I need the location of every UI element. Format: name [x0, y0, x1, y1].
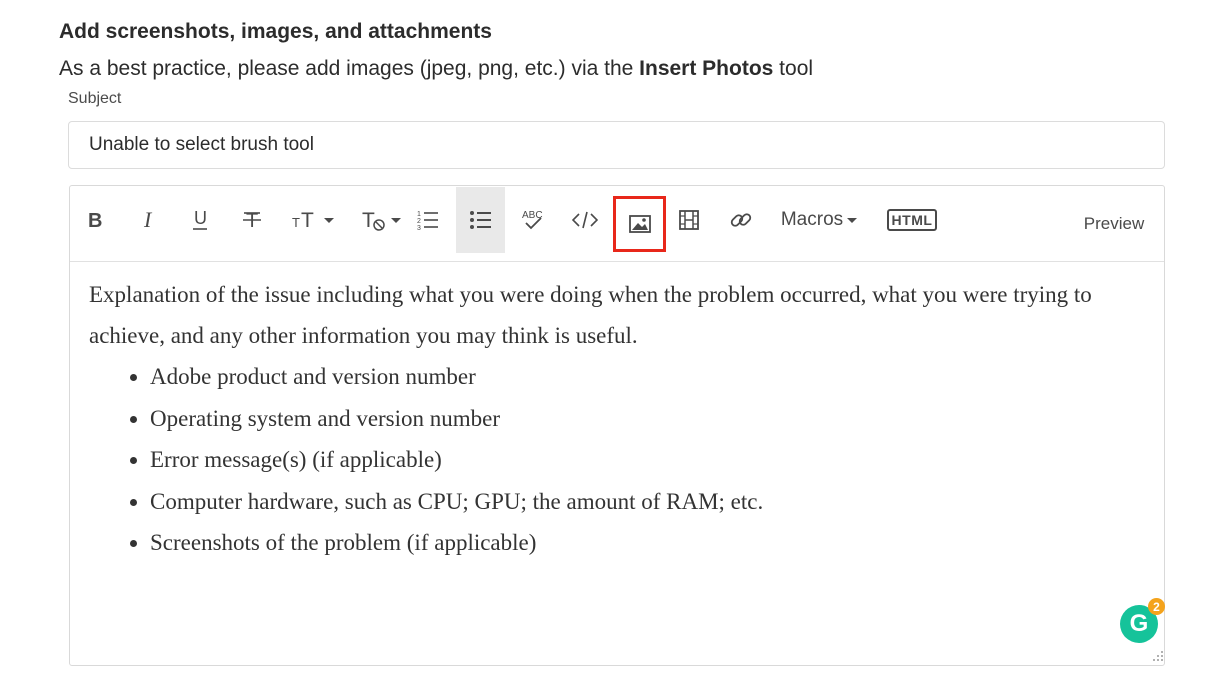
svg-text:1: 1 — [417, 211, 421, 218]
strikethrough-icon: T — [243, 210, 261, 231]
html-button[interactable]: HTML — [882, 186, 942, 254]
intro-text-before: As a best practice, please add images (j… — [59, 57, 640, 80]
subject-input[interactable]: Unable to select brush tool — [68, 121, 1165, 169]
bold-button[interactable]: B — [82, 186, 108, 254]
svg-text:2: 2 — [417, 218, 421, 225]
font-size-button[interactable]: TT — [288, 186, 338, 254]
bulleted-list-button[interactable] — [456, 187, 505, 253]
editor-toolbar: B I U T TT T 123 ABC Macros HTML Preview — [70, 186, 1164, 262]
preview-button[interactable]: Preview — [1074, 190, 1154, 258]
intro-text-bold: Insert Photos — [639, 57, 774, 80]
intro-text-after: tool — [773, 57, 814, 80]
macros-label: Macros — [780, 209, 844, 230]
spellcheck-icon: ABC — [522, 210, 543, 230]
preview-label: Preview — [1083, 214, 1145, 233]
editor-content[interactable]: Explanation of the issue including what … — [89, 274, 1144, 564]
list-item: Adobe product and version number — [150, 356, 1144, 398]
subject-label: Subject — [68, 90, 122, 107]
spellcheck-button[interactable]: ABC — [519, 186, 547, 254]
svg-text:I: I — [143, 210, 153, 230]
chevron-down-icon — [847, 217, 858, 223]
code-button[interactable] — [570, 186, 600, 254]
section-heading: Add screenshots, images, and attachments — [59, 20, 492, 43]
section-intro: As a best practice, please add images (j… — [59, 57, 813, 81]
body-paragraph: Explanation of the issue including what … — [89, 282, 1092, 348]
svg-text:3: 3 — [417, 225, 421, 231]
insert-link-button[interactable] — [726, 186, 756, 254]
svg-text:U: U — [194, 209, 207, 228]
film-icon — [679, 210, 699, 230]
list-item: Operating system and version number — [150, 398, 1144, 440]
svg-text:B: B — [88, 210, 102, 230]
bold-icon: B — [88, 210, 102, 230]
italic-button[interactable]: I — [136, 186, 160, 254]
rich-text-editor: B I U T TT T 123 ABC Macros HTML Preview… — [69, 185, 1165, 666]
underline-icon: U — [193, 209, 207, 230]
numbered-list-button[interactable]: 123 — [414, 186, 442, 254]
font-size-icon: TT — [292, 209, 314, 231]
chevron-down-icon — [324, 217, 334, 223]
underline-button[interactable]: U — [187, 186, 213, 254]
list-item: Error message(s) (if applicable) — [150, 439, 1144, 481]
list-item: Computer hardware, such as CPU; GPU; the… — [150, 481, 1144, 523]
chevron-down-icon — [391, 217, 401, 223]
numbered-list-icon: 123 — [417, 211, 438, 231]
resize-handle-icon[interactable] — [1152, 650, 1164, 662]
bulleted-list-icon — [469, 211, 491, 229]
svg-text:T: T — [362, 209, 375, 232]
strikethrough-button[interactable]: T — [239, 186, 265, 254]
code-icon — [572, 211, 598, 229]
svg-text:T: T — [301, 209, 314, 231]
insert-photos-button[interactable] — [613, 196, 666, 252]
italic-icon: I — [143, 210, 153, 230]
grammarly-badge: 2 — [1148, 598, 1165, 615]
insert-video-button[interactable] — [676, 186, 702, 254]
clear-format-icon: T — [362, 209, 385, 232]
clear-format-button[interactable]: T — [358, 186, 404, 254]
image-icon — [628, 215, 651, 233]
link-icon — [730, 213, 752, 227]
svg-text:T: T — [292, 215, 300, 230]
macros-dropdown[interactable]: Macros — [776, 186, 862, 254]
body-bullet-list: Adobe product and version number Operati… — [89, 356, 1144, 564]
list-item: Screenshots of the problem (if applicabl… — [150, 522, 1144, 564]
html-label: HTML — [886, 209, 938, 231]
grammarly-logo-icon: G — [1129, 610, 1149, 637]
